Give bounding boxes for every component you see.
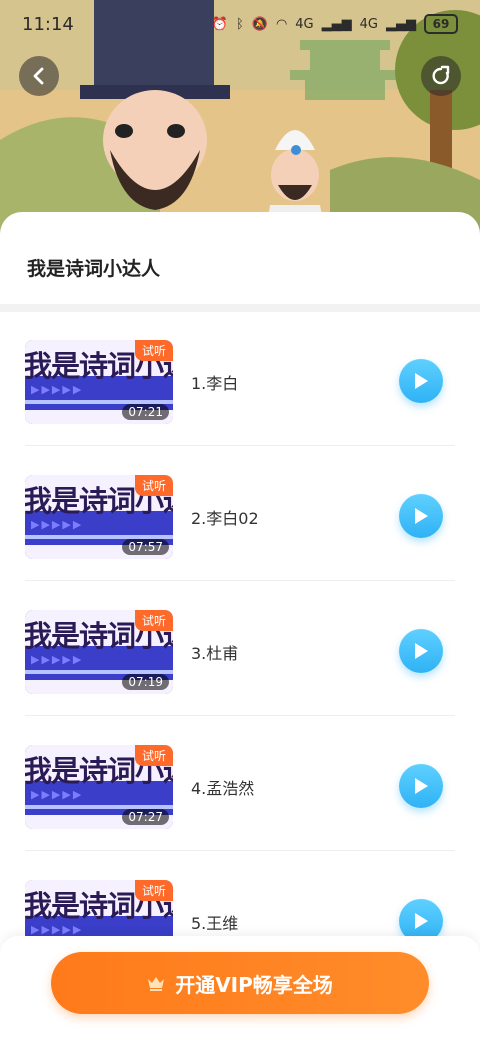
status-time: 11:14 [22,14,74,35]
lesson-title[interactable]: 1.李白 [191,370,238,394]
row-divider [25,715,455,716]
row-divider [25,850,455,851]
signal-icon: ▂▄▆ [321,16,352,32]
trial-badge: 试听 [134,745,173,766]
share-icon [432,65,450,85]
trial-badge: 试听 [134,340,173,361]
arrows-decoration: ▶▶▶▶▶ [31,923,84,936]
lesson-thumbnail[interactable]: 我是诗词小达人 ▶▶▶▶▶ 试听 07:27 [25,745,173,829]
alarm-icon: ⏰ [211,16,228,32]
status-bar: 11:14 ⏰ ᛒ 🔕 ◠ 4G ▂▄▆ 4G ▂▄▆ 69 [0,0,480,48]
play-icon [415,508,428,524]
lesson-thumbnail[interactable]: 我是诗词小达人 ▶▶▶▶▶ 试听 07:21 [25,340,173,424]
trial-badge: 试听 [134,610,173,631]
lesson-title[interactable]: 3.杜甫 [191,640,238,664]
lesson-title[interactable]: 4.孟浩然 [191,775,254,799]
wifi-icon: ◠ [275,16,288,32]
content-card: 我是诗词小达人 我是诗词小达人 ▶▶▶▶▶ 试听 07:21 1.李白 我是诗词… [0,212,480,1058]
play-button[interactable] [399,494,443,538]
mute-icon: 🔕 [251,16,268,32]
lesson-title[interactable]: 2.李白02 [191,505,259,529]
status-icons: ⏰ ᛒ 🔕 ◠ 4G ▂▄▆ 4G ▂▄▆ 69 [212,14,458,34]
battery-icon: 69 [424,14,458,34]
chevron-left-icon [33,67,44,85]
play-button[interactable] [399,629,443,673]
arrows-decoration: ▶▶▶▶▶ [31,518,84,531]
row-divider [25,580,455,581]
lesson-item[interactable]: 我是诗词小达人 ▶▶▶▶▶ 试听 07:57 2.李白02 [25,447,455,581]
play-icon [415,373,428,389]
network-1-label: 4G [295,16,314,32]
lesson-item[interactable]: 我是诗词小达人 ▶▶▶▶▶ 试听 07:27 4.孟浩然 [25,717,455,851]
vip-button-label: 开通VIP畅享全场 [175,972,333,997]
play-button[interactable] [399,359,443,403]
play-icon [415,913,428,929]
arrows-decoration: ▶▶▶▶▶ [31,383,84,396]
duration-badge: 07:19 [122,674,169,690]
bottom-bar: 开通VIP畅享全场 [0,936,480,1058]
duration-badge: 07:21 [122,404,169,420]
lesson-thumbnail[interactable]: 我是诗词小达人 ▶▶▶▶▶ 试听 07:57 [25,475,173,559]
trial-badge: 试听 [134,475,173,496]
trial-badge: 试听 [134,880,173,901]
bluetooth-icon: ᛒ [235,16,244,32]
play-icon [415,778,428,794]
arrows-decoration: ▶▶▶▶▶ [31,788,84,801]
arrows-decoration: ▶▶▶▶▶ [31,653,84,666]
page-title: 我是诗词小达人 [27,258,161,280]
duration-badge: 07:27 [122,809,169,825]
network-2-label: 4G [359,16,378,32]
play-icon [415,643,428,659]
share-button[interactable] [421,56,461,96]
crown-icon [148,977,165,991]
duration-badge: 07:57 [122,539,169,555]
lesson-item[interactable]: 我是诗词小达人 ▶▶▶▶▶ 试听 07:19 3.杜甫 [25,582,455,716]
lesson-title[interactable]: 5.王维 [191,910,238,934]
row-divider [25,445,455,446]
open-vip-button[interactable]: 开通VIP畅享全场 [51,952,429,1014]
lesson-item[interactable]: 我是诗词小达人 ▶▶▶▶▶ 试听 07:21 1.李白 [25,312,455,446]
lesson-thumbnail[interactable]: 我是诗词小达人 ▶▶▶▶▶ 试听 07:19 [25,610,173,694]
signal-icon-2: ▂▄▆ [386,16,416,32]
play-button[interactable] [399,764,443,808]
back-button[interactable] [19,56,59,96]
section-divider [0,304,480,312]
